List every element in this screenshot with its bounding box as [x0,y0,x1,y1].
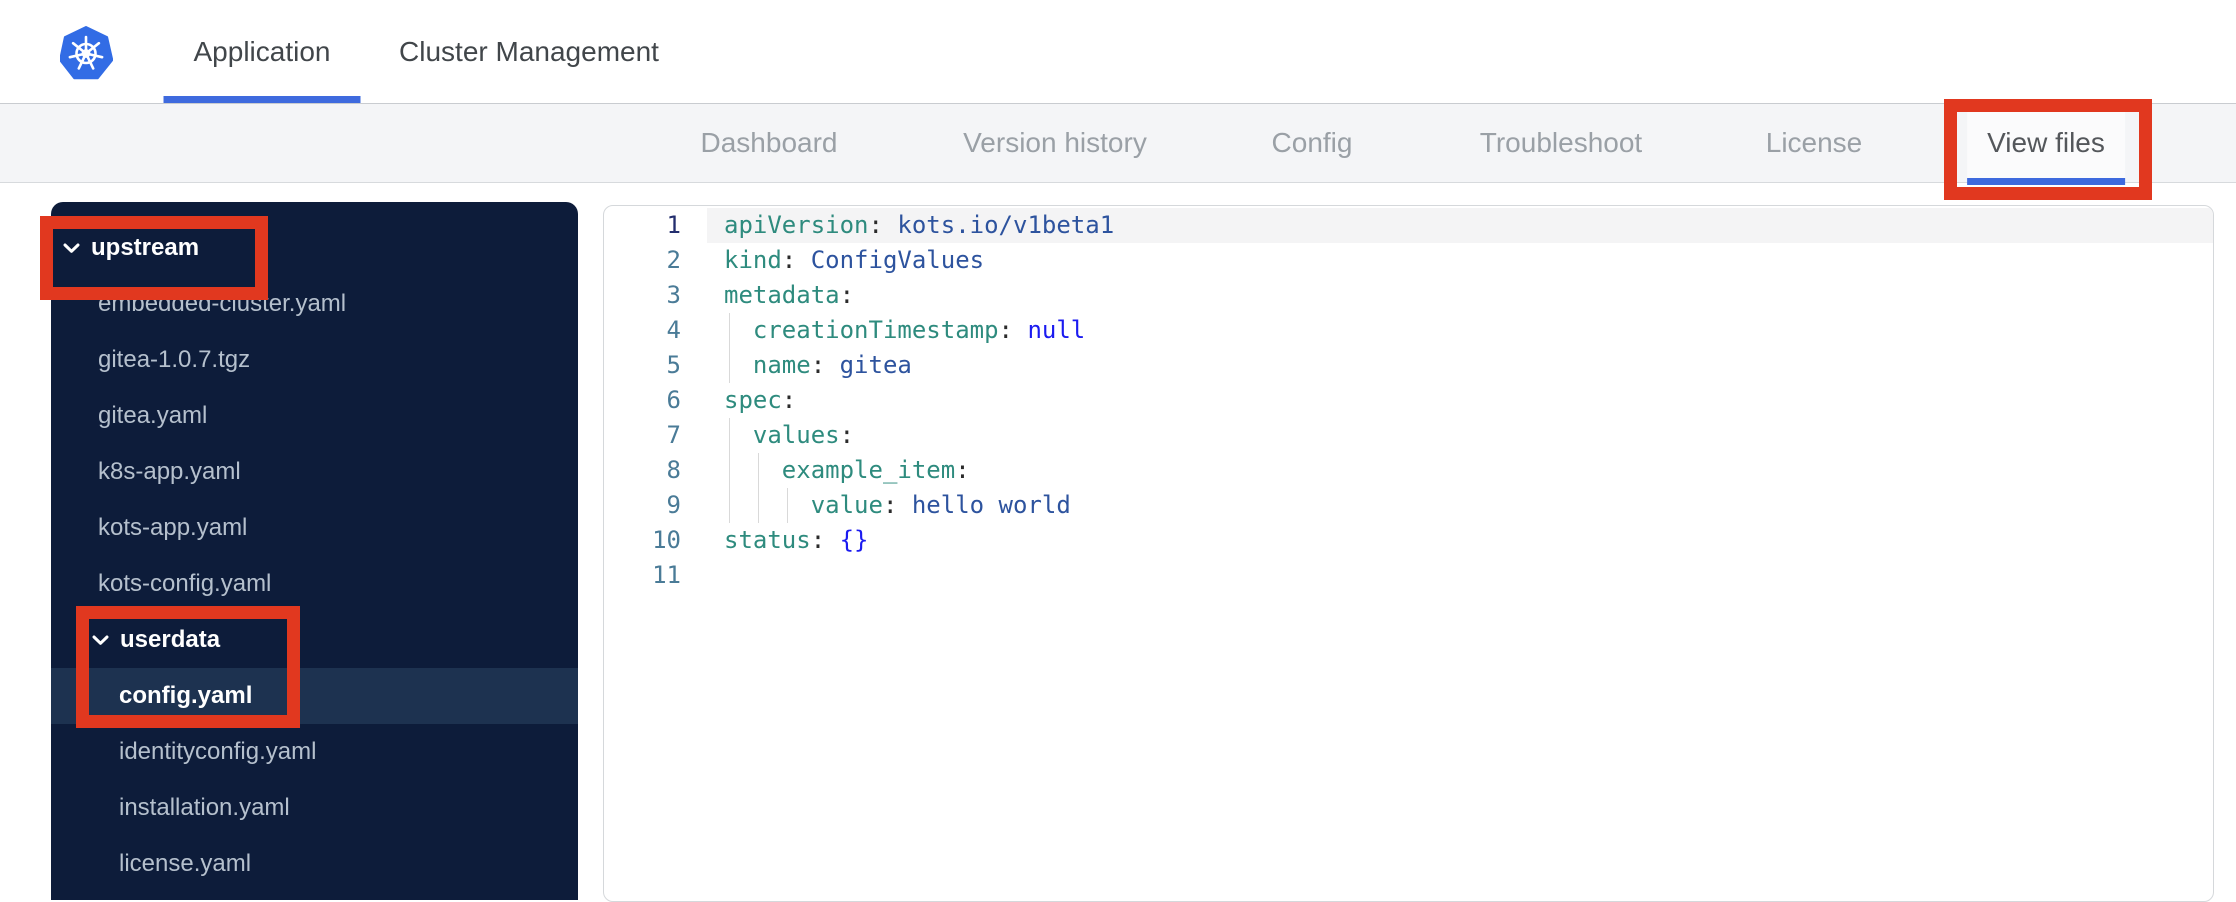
tree-item-embedded-cluster-yaml[interactable]: embedded-cluster.yaml [51,276,578,332]
code-line-11: 11 [604,558,2213,593]
tree-item-label: upstream [91,234,200,261]
tree-item-kots-config-yaml[interactable]: kots-config.yaml [51,556,578,612]
line-number: 8 [666,456,681,484]
nav-tab-version-history[interactable]: Version history [963,104,1147,182]
line-number: 7 [666,421,681,449]
chevron-down-icon [92,635,109,646]
tree-item-license-yaml[interactable]: license.yaml [51,836,578,892]
code-line-2: 2 kind: ConfigValues [604,243,2213,278]
code-line-6: 6 spec: [604,383,2213,418]
file-tree: upstream embedded-cluster.yaml gitea-1.0.7… [51,202,578,900]
code-line-9: 9 value: hello world [604,488,2213,523]
code-line-3: 3 metadata: [604,278,2213,313]
tree-item-label: kots-app.yaml [98,514,248,541]
app-nav-bar: Dashboard Version history Config Trouble… [0,104,2236,185]
tab-application[interactable]: Application [163,0,361,103]
tree-item-label: embedded-cluster.yaml [98,290,347,317]
code-line-7: 7 values: [604,418,2213,453]
code-line-4: 4 creationTimestamp: null [604,313,2213,348]
code-text: value: hello world [707,488,2213,523]
line-number: 11 [652,561,681,589]
indent-guide [758,453,759,488]
code-text: kind: ConfigValues [724,246,985,274]
code-text: metadata: [724,281,855,309]
tree-item-label: userdata [120,626,221,653]
line-number: 2 [666,246,681,274]
tree-item-label: kots-config.yaml [98,570,272,597]
tree-item-label: license.yaml [119,850,252,877]
tree-item-gitea-1-0-7-tgz[interactable]: gitea-1.0.7.tgz [51,332,578,388]
code-line-5: 5 name: gitea [604,348,2213,383]
code-text: name: gitea [707,348,2213,383]
line-number: 9 [666,491,681,519]
code-text: status: {} [724,526,869,554]
tree-item-k8s-app-yaml[interactable]: k8s-app.yaml [51,444,578,500]
chevron-down-icon [63,243,80,254]
tree-item-label: k8s-app.yaml [98,458,241,485]
tree-item-userdata[interactable]: userdata [51,612,578,668]
code-text: example_item: [707,453,2213,488]
tree-item-gitea-yaml[interactable]: gitea.yaml [51,388,578,444]
kubernetes-logo [59,26,114,81]
line-number: 6 [666,386,681,414]
indent-guide [729,313,730,348]
top-header: Application Cluster Management [0,0,2236,104]
tree-item-label: installation.yaml [119,794,290,821]
code-text: creationTimestamp: null [707,313,2213,348]
nav-tab-license[interactable]: License [1766,104,1863,182]
indent-guide [729,348,730,383]
code-text: apiVersion: kots.io/v1beta1 [707,208,2213,243]
line-number: 10 [652,526,681,554]
indent-guide [758,488,759,523]
nav-tab-view-files[interactable]: View files [1967,104,2125,185]
tree-item-kots-app-yaml[interactable]: kots-app.yaml [51,500,578,556]
indent-guide [729,453,730,488]
indent-guide [729,488,730,523]
indent-guide [729,418,730,453]
line-number: 3 [666,281,681,309]
nav-tab-troubleshoot[interactable]: Troubleshoot [1480,104,1642,182]
code-text: spec: [724,386,797,414]
tab-cluster-management[interactable]: Cluster Management [369,0,689,103]
nav-tab-dashboard[interactable]: Dashboard [701,104,838,182]
line-number: 1 [666,211,681,239]
tree-item-config-yaml[interactable]: config.yaml [51,668,578,724]
tree-item-label: gitea-1.0.7.tgz [98,346,251,373]
file-viewer-editor[interactable]: 1 apiVersion: kots.io/v1beta1 2 kind: Confi… [603,205,2214,902]
code-text: values: [707,418,2213,453]
tree-item-upstream[interactable]: upstream [51,220,578,276]
tree-item-identityconfig-yaml[interactable]: identityconfig.yaml [51,724,578,780]
tree-item-label: gitea.yaml [98,402,208,429]
line-number: 5 [666,351,681,379]
tree-item-installation-yaml[interactable]: installation.yaml [51,780,578,836]
tree-item-label: identityconfig.yaml [119,738,317,765]
nav-tab-config[interactable]: Config [1272,104,1353,182]
line-number: 4 [666,316,681,344]
code-line-10: 10 status: {} [604,523,2213,558]
code-line-1: 1 apiVersion: kots.io/v1beta1 [604,208,2213,243]
tree-item-label: config.yaml [119,682,253,709]
code-line-8: 8 example_item: [604,453,2213,488]
indent-guide [787,488,788,523]
